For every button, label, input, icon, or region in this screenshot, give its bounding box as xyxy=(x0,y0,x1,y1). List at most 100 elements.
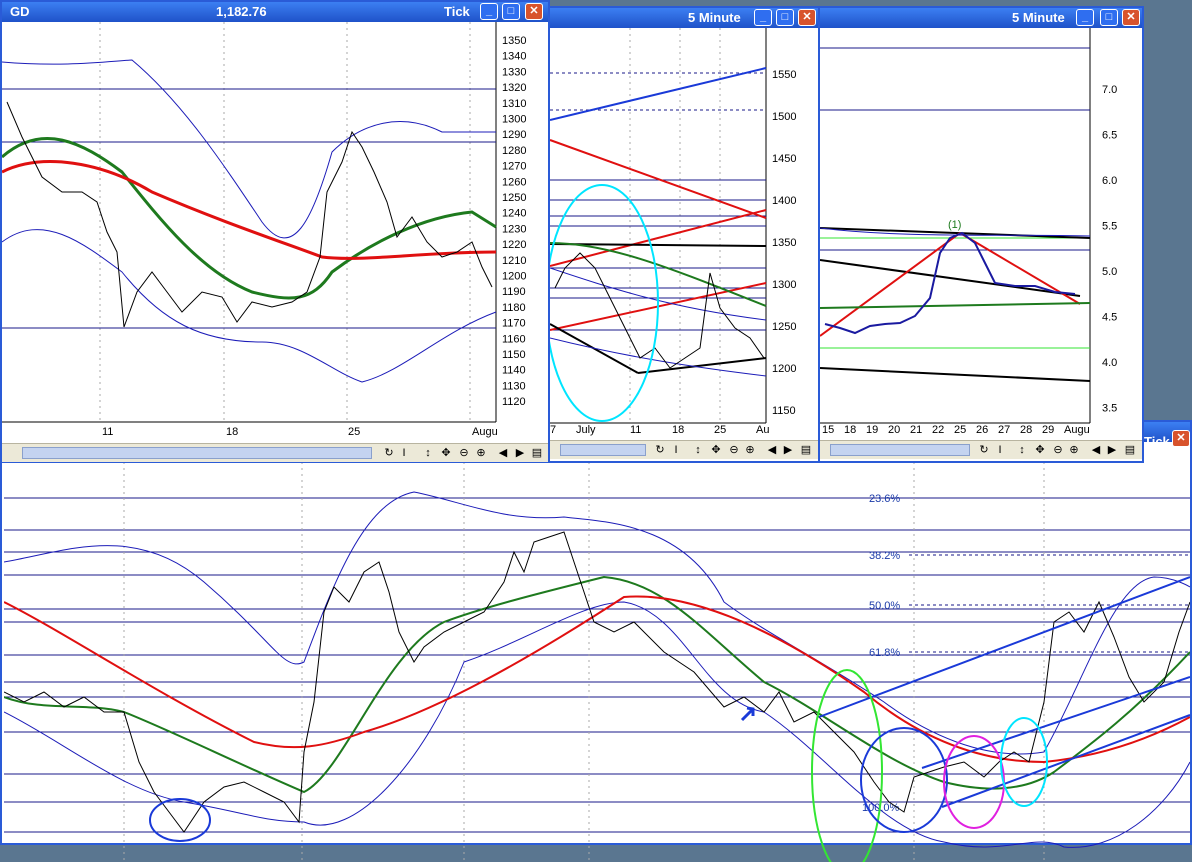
zoom-in-icon[interactable]: ⊕ xyxy=(744,443,756,457)
scroll-track[interactable] xyxy=(560,444,646,456)
window-menu-icon[interactable]: ▤ xyxy=(1124,443,1136,457)
y-tick-label: 4.5 xyxy=(1102,312,1117,324)
minimize-icon[interactable]: _ xyxy=(1076,9,1094,26)
channel-mid-line xyxy=(921,676,1190,769)
move-icon[interactable]: ✥ xyxy=(440,446,452,460)
y-tick-label: 1550 xyxy=(772,69,796,81)
main-chart-window: Tick ✕ 23.6% 38.2% 50.0% 61.8% 100.0% xyxy=(0,420,1192,862)
refresh-icon[interactable]: ↻ xyxy=(978,443,990,457)
y-tick-label: 1230 xyxy=(502,223,526,235)
y-tick-label: 6.5 xyxy=(1102,130,1117,142)
x-label: July xyxy=(576,424,596,436)
y-tick-label: 3.5 xyxy=(1102,403,1117,415)
y-tick-label: 1240 xyxy=(502,208,526,220)
scroll-right-icon[interactable]: ▶ xyxy=(1106,443,1118,457)
x-label: Augu xyxy=(1064,424,1090,436)
blue-ellipse xyxy=(860,727,948,833)
x-label: 18 xyxy=(672,424,685,436)
w3-xaxis: 15 18 19 20 21 22 25 26 27 28 29 Augu xyxy=(820,424,1090,440)
close-icon[interactable]: ✕ xyxy=(1172,430,1190,447)
scroll-right-icon[interactable]: ▶ xyxy=(514,446,526,460)
x-label: 22 xyxy=(932,424,945,436)
y-tick-label: 1170 xyxy=(502,318,526,330)
window-menu-icon[interactable]: ▤ xyxy=(531,446,543,460)
zoom-out-icon[interactable]: ⊖ xyxy=(1052,443,1064,457)
window-symbol: GD xyxy=(10,4,30,19)
gd-tick-chart: 1350 1340 1330 1320 1310 1300 1290 1280 1270 1260… xyxy=(2,22,526,423)
y-tick-label: 1150 xyxy=(502,349,526,361)
scroll-track[interactable] xyxy=(830,444,970,456)
y-tick-label: 1120 xyxy=(502,396,526,408)
vertical-scale-icon[interactable]: ↕ xyxy=(692,443,704,457)
w1-scrollbar[interactable]: ↻ I ↕ ✥ ⊖ ⊕ ◀ ▶ ▤ xyxy=(2,443,548,462)
price-line xyxy=(554,252,765,369)
y-tick-label: 1310 xyxy=(502,98,526,110)
y-tick-label: 1350 xyxy=(502,35,526,47)
w2-scrollbar[interactable]: ↻ I ↕ ✥ ⊖ ⊕ ◀ ▶ ▤ xyxy=(550,440,818,459)
x-label: Au xyxy=(756,424,770,436)
y-tick-label: 1330 xyxy=(502,66,526,78)
close-icon[interactable]: ✕ xyxy=(1122,9,1140,26)
lime-ellipse xyxy=(811,669,883,862)
x-label: 27 xyxy=(998,424,1011,436)
move-icon[interactable]: ✥ xyxy=(1034,443,1046,457)
x-label: 25 xyxy=(954,424,967,436)
scroll-left-icon[interactable]: ◀ xyxy=(766,443,778,457)
x-label: 21 xyxy=(910,424,923,436)
y-tick-label: 7.0 xyxy=(1102,84,1117,96)
blue-circle-low xyxy=(149,798,211,842)
maximize-icon[interactable]: □ xyxy=(1100,9,1118,26)
x-label: 15 xyxy=(822,424,835,436)
fib-label-618: 61.8% xyxy=(869,647,900,659)
refresh-icon[interactable]: ↻ xyxy=(654,443,666,457)
wave-label: (1) xyxy=(948,219,961,231)
w2-xaxis: 7 July 11 18 25 Au xyxy=(550,424,770,440)
close-icon[interactable]: ✕ xyxy=(525,3,543,20)
y-tick-label: 1210 xyxy=(502,255,526,267)
window3-titlebar[interactable]: 5 Minute _ □ ✕ xyxy=(820,8,1142,28)
zoom-out-icon[interactable]: ⊖ xyxy=(728,443,740,457)
x-label: 7 xyxy=(550,424,557,436)
vertical-scale-icon[interactable]: ↕ xyxy=(1016,443,1028,457)
y-tick-label: 4.0 xyxy=(1102,357,1117,369)
window2-titlebar[interactable]: 5 Minute _ □ ✕ xyxy=(550,8,818,28)
cursor-icon[interactable]: I xyxy=(398,446,410,460)
window-menu-icon[interactable]: ▤ xyxy=(800,443,812,457)
main-price-chart: 23.6% 38.2% 50.0% 61.8% 100.0% xyxy=(4,462,1190,862)
y-tick-label: 1140 xyxy=(502,365,526,377)
gd-tick-titlebar[interactable]: GD 1,182.76 Tick _ □ ✕ xyxy=(2,2,548,22)
y-tick-label: 1300 xyxy=(772,279,796,291)
cursor-icon[interactable]: I xyxy=(670,443,682,457)
minimize-icon[interactable]: _ xyxy=(480,3,498,20)
y-tick-label: 1320 xyxy=(502,82,526,94)
x-label: 11 xyxy=(630,424,642,436)
zoom-in-icon[interactable]: ⊕ xyxy=(475,446,487,460)
scroll-left-icon[interactable]: ◀ xyxy=(1090,443,1102,457)
scroll-right-icon[interactable]: ▶ xyxy=(782,443,794,457)
maximize-icon[interactable]: □ xyxy=(502,3,520,20)
close-icon[interactable]: ✕ xyxy=(798,9,816,26)
y-tick-label: 1130 xyxy=(502,380,526,392)
cursor-icon[interactable]: I xyxy=(994,443,1006,457)
y-tick-label: 1160 xyxy=(502,333,526,345)
refresh-icon[interactable]: ↻ xyxy=(383,446,395,460)
zoom-in-icon[interactable]: ⊕ xyxy=(1068,443,1080,457)
y-tick-label: 1260 xyxy=(502,176,526,188)
maximize-icon[interactable]: □ xyxy=(776,9,794,26)
w3-scrollbar[interactable]: ↻ I ↕ ✥ ⊖ ⊕ ◀ ▶ ▤ xyxy=(820,440,1142,459)
vertical-scale-icon[interactable]: ↕ xyxy=(422,446,434,460)
x-label: 28 xyxy=(1020,424,1033,436)
y-tick-label: 1350 xyxy=(772,237,796,249)
minimize-icon[interactable]: _ xyxy=(754,9,772,26)
y-tick-label: 1280 xyxy=(502,145,526,157)
fib-label-236: 23.6% xyxy=(869,493,900,505)
zoom-out-icon[interactable]: ⊖ xyxy=(458,446,470,460)
gd-tick-window: GD 1,182.76 Tick _ □ ✕ 1350 1340 1330 1320 1… xyxy=(0,0,550,463)
cyan-ellipse xyxy=(550,184,659,422)
move-icon[interactable]: ✥ xyxy=(710,443,722,457)
y-tick-label: 1150 xyxy=(772,405,796,417)
window2-chart: 1550 1500 1450 1400 1350 1300 1250 1200 1150 xyxy=(550,28,796,424)
five-minute-window-b: 5 Minute _ □ ✕ (1) 7.0 6.5 6.0 5.5 5.0 4.5 4.0… xyxy=(818,6,1144,463)
scroll-left-icon[interactable]: ◀ xyxy=(497,446,509,460)
scroll-track[interactable] xyxy=(22,447,372,459)
